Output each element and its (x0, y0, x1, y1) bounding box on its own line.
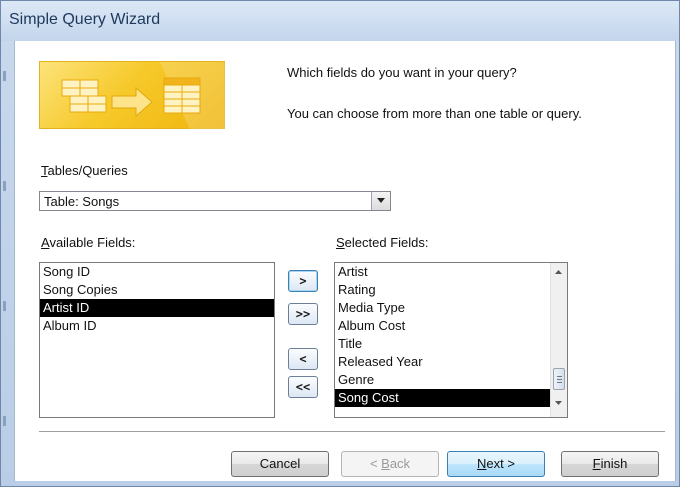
title-bar[interactable]: Simple Query Wizard (1, 1, 679, 41)
wizard-graphic (39, 61, 226, 130)
grip-line (557, 379, 562, 380)
tables-queries-combobox[interactable]: Table: Songs (39, 191, 391, 211)
window-edge-mark (3, 301, 6, 311)
button-text: < (369, 456, 382, 471)
label-accelerator: N (477, 456, 487, 471)
selected-fields-label: Selected Fields: (336, 235, 429, 250)
label-accelerator: S (336, 235, 345, 250)
vertical-scrollbar[interactable] (550, 263, 567, 417)
tables-queries-label: Tables/Queries (41, 163, 128, 178)
label-accelerator: B (381, 456, 390, 471)
label-accelerator: F (592, 456, 601, 471)
scroll-down-icon[interactable] (555, 401, 562, 405)
list-item[interactable]: Media Type (335, 299, 567, 317)
wizard-illustration (39, 61, 275, 149)
wizard-body: Which fields do you want in your query? … (14, 41, 676, 481)
window-title: Simple Query Wizard (9, 11, 161, 28)
dropdown-button[interactable] (371, 192, 390, 210)
remove-field-button[interactable]: < (288, 348, 318, 370)
list-item[interactable]: Song Cost (335, 389, 550, 407)
grip-line (557, 382, 562, 383)
label-text: ables/Queries (47, 163, 128, 178)
prompt-hint: You can choose from more than one table … (287, 106, 582, 121)
grip-line (557, 376, 562, 377)
button-text: ext > (486, 456, 515, 471)
add-field-button[interactable]: > (288, 270, 318, 292)
window-edge-mark (3, 71, 6, 81)
chevron-down-icon (377, 198, 385, 203)
divider (39, 431, 665, 433)
list-item[interactable]: Title (335, 335, 567, 353)
list-item[interactable]: Album Cost (335, 317, 567, 335)
list-item[interactable]: Album ID (40, 317, 274, 335)
remove-all-fields-button[interactable]: << (288, 376, 318, 398)
scroll-thumb[interactable] (553, 368, 565, 390)
window-edge-mark (3, 416, 6, 426)
scroll-up-icon[interactable] (555, 270, 562, 274)
finish-button[interactable]: Finish (561, 451, 659, 477)
list-item[interactable]: Genre (335, 371, 567, 389)
table-to-query-icon (61, 62, 226, 130)
window-edge-mark (3, 181, 6, 191)
cancel-button[interactable]: Cancel (231, 451, 329, 477)
list-item[interactable]: Released Year (335, 353, 567, 371)
selected-fields-list[interactable]: Artist Rating Media Type Album Cost Titl… (334, 262, 568, 418)
back-button[interactable]: < Back (341, 451, 439, 477)
button-text: inish (600, 456, 628, 471)
list-item[interactable]: Artist (335, 263, 567, 281)
next-button[interactable]: Next > (447, 451, 545, 477)
list-item[interactable]: Song Copies (40, 281, 274, 299)
combobox-value: Table: Songs (44, 194, 120, 209)
wizard-window: Simple Query Wizard Which fields do you … (0, 0, 680, 487)
available-fields-list[interactable]: Song ID Song Copies Artist ID Album ID (39, 262, 275, 418)
add-all-fields-button[interactable]: >> (288, 303, 318, 325)
label-text: vailable Fields: (49, 235, 136, 250)
button-text: ack (389, 456, 411, 471)
label-text: elected Fields: (344, 235, 429, 250)
list-item[interactable]: Artist ID (40, 299, 274, 317)
available-fields-label: Available Fields: (41, 235, 135, 250)
list-item[interactable]: Song ID (40, 263, 274, 281)
prompt-question: Which fields do you want in your query? (287, 65, 517, 80)
list-item[interactable]: Rating (335, 281, 567, 299)
